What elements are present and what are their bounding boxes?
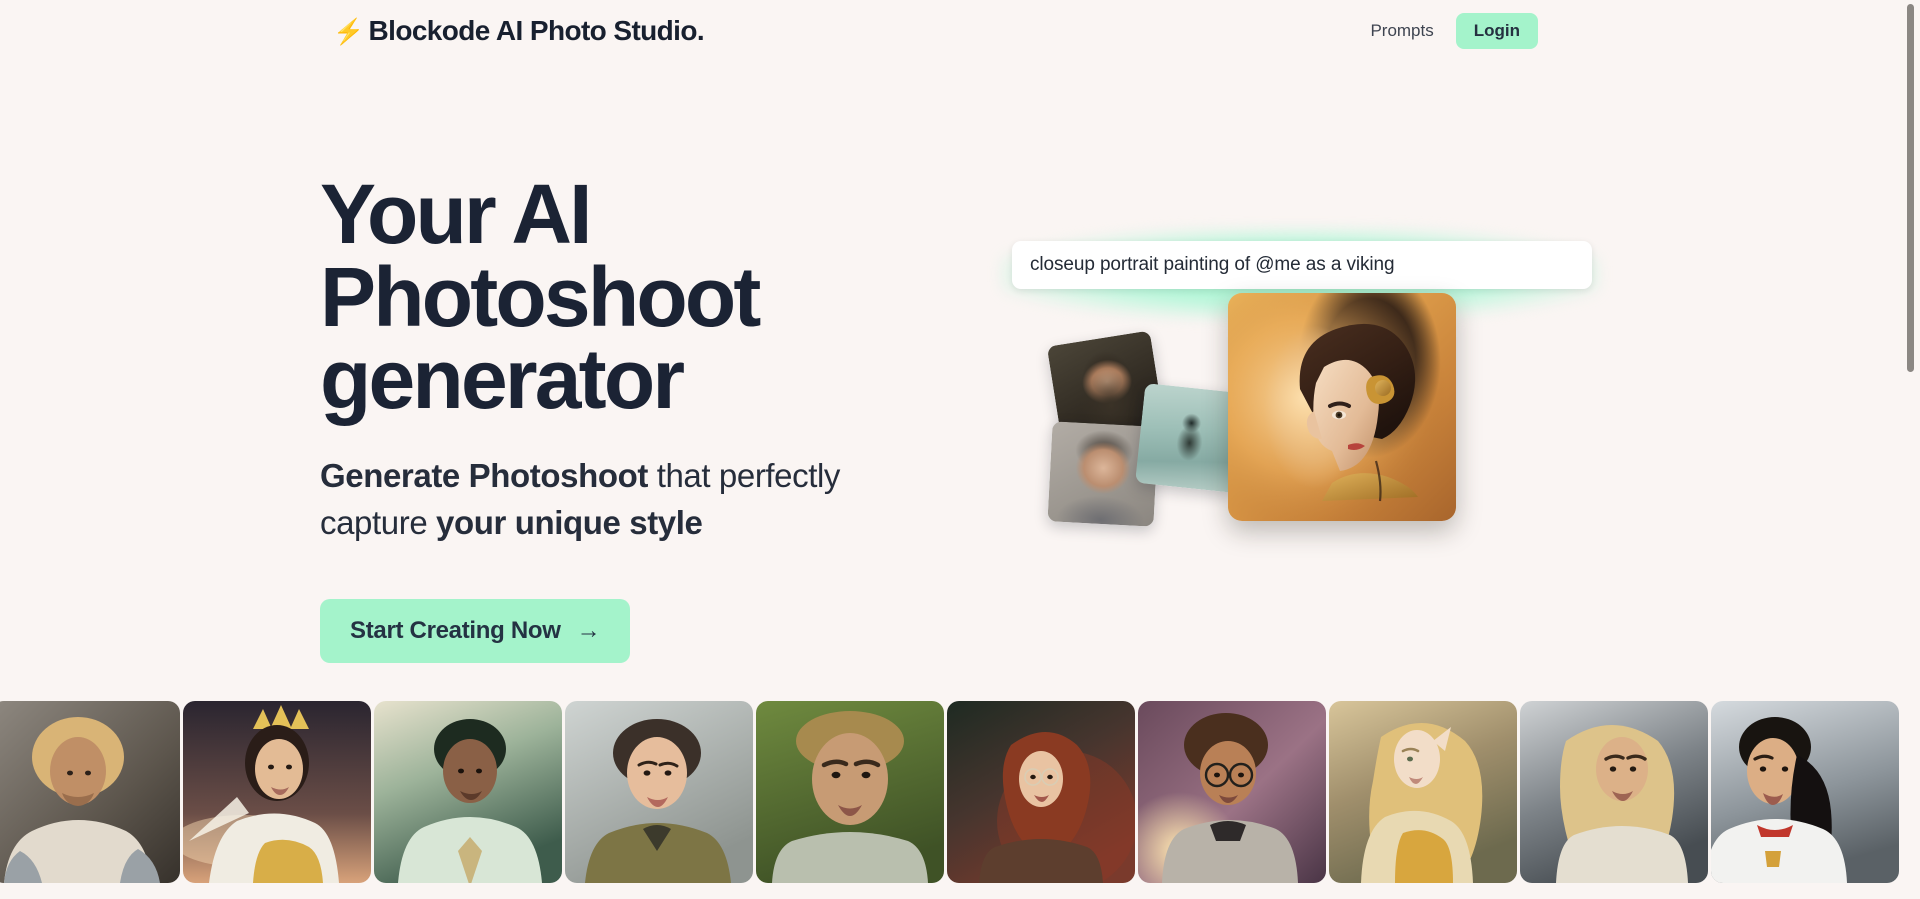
hero-section: Your AI Photoshoot generator Generate Ph…: [0, 68, 1920, 701]
generated-portrait-art: [1228, 293, 1456, 521]
hero-subtitle: Generate Photoshoot that perfectly captu…: [320, 453, 880, 547]
gallery-art-knight: [0, 701, 180, 883]
gallery-tile-green-cleric[interactable]: [374, 701, 562, 883]
primary-nav: Prompts Login: [1370, 13, 1538, 49]
login-button[interactable]: Login: [1455, 13, 1538, 49]
gallery-art-sorceress: [947, 701, 1135, 883]
arrow-right-icon: →: [576, 616, 601, 644]
gallery-tile-villager[interactable]: [565, 701, 753, 883]
nav-item-prompts[interactable]: Prompts: [1370, 21, 1433, 41]
scrollbar-thumb[interactable]: [1907, 4, 1914, 372]
gallery-art-wanderer: [756, 701, 944, 883]
generated-viking-portrait[interactable]: [1228, 293, 1456, 521]
brand-logo[interactable]: ⚡ Blockode AI Photo Studio.: [333, 15, 705, 47]
gallery-tile-crowned-warrior[interactable]: [183, 701, 371, 883]
gallery-tile-wanderer[interactable]: [756, 701, 944, 883]
gallery-tile-scholar[interactable]: [1138, 701, 1326, 883]
prompt-input-card[interactable]: closeup portrait painting of @me as a vi…: [1012, 241, 1592, 289]
lightning-bolt-icon: ⚡: [333, 17, 364, 46]
site-header: ⚡ Blockode AI Photo Studio. Prompts Logi…: [0, 0, 1920, 68]
gallery-strip[interactable]: [0, 701, 1920, 899]
start-creating-button[interactable]: Start Creating Now →: [320, 598, 631, 663]
gallery-tile-athlete[interactable]: [1711, 701, 1899, 883]
prompt-input-value[interactable]: closeup portrait painting of @me as a vi…: [1030, 254, 1395, 276]
gallery-art-crowned-warrior: [183, 701, 371, 883]
hero-subtitle-bold-2: your unique style: [436, 504, 703, 542]
start-creating-label: Start Creating Now: [350, 616, 561, 644]
gallery-art-golden-hero: [1520, 701, 1708, 883]
gallery-tile-golden-hero[interactable]: [1520, 701, 1708, 883]
hero-copy: Your AI Photoshoot generator Generate Ph…: [320, 167, 920, 663]
gallery-art-athlete: [1711, 701, 1899, 883]
page-title: Your AI Photoshoot generator: [320, 167, 761, 427]
gallery-art-green-cleric: [374, 701, 562, 883]
gallery-art-elf: [1329, 701, 1517, 883]
gallery-tile-elf[interactable]: [1329, 701, 1517, 883]
hero-subtitle-bold-1: Generate Photoshoot: [320, 457, 648, 495]
gallery-art-villager: [565, 701, 753, 883]
brand-name: Blockode AI Photo Studio.: [368, 15, 705, 46]
page-vertical-scrollbar[interactable]: [1904, 0, 1917, 899]
gallery-tile-knight[interactable]: [0, 701, 180, 883]
gallery-art-scholar: [1138, 701, 1326, 883]
gallery-tile-sorceress[interactable]: [947, 701, 1135, 883]
hero-demo-preview: closeup portrait painting of @me as a vi…: [1000, 228, 1620, 648]
